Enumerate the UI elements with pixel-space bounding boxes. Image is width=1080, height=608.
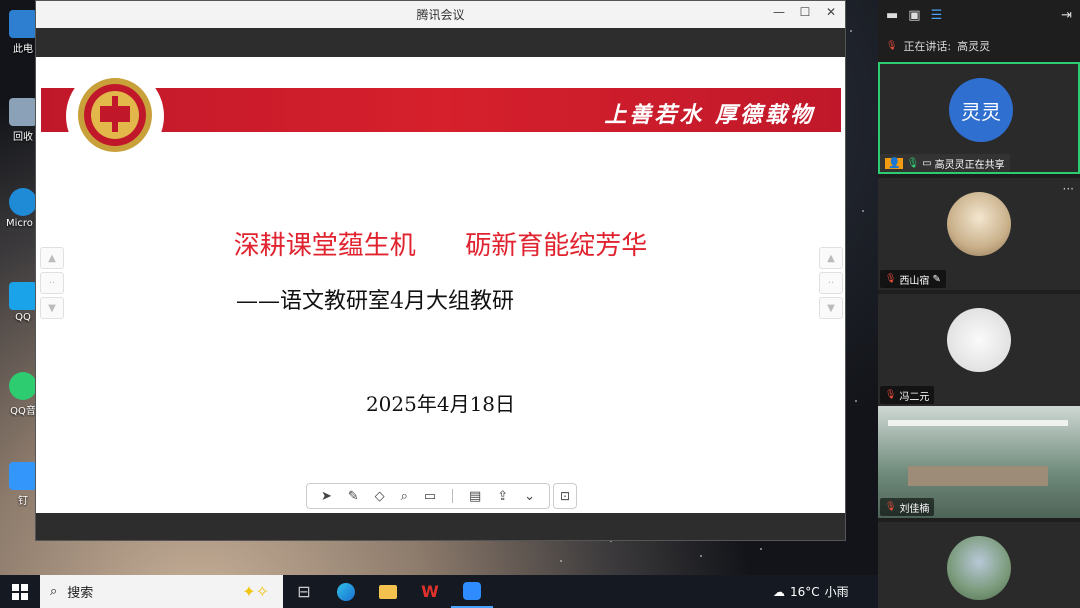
- list-view-icon[interactable]: ☰: [931, 8, 943, 23]
- cloud-rain-icon: ☁: [773, 584, 785, 599]
- qq-icon: [9, 282, 37, 310]
- more-chevron-icon[interactable]: ⌄: [524, 489, 535, 504]
- minimize-panel-icon[interactable]: ▬: [886, 8, 898, 23]
- screen-share-icon: ▭: [922, 157, 932, 169]
- avatar: [947, 308, 1011, 372]
- host-icon: 👤: [885, 157, 904, 169]
- share-top-bar: [36, 28, 845, 57]
- toolbar-divider: [452, 489, 454, 503]
- search-placeholder: 搜索: [67, 586, 94, 601]
- page-indicator: ··: [40, 272, 64, 294]
- classroom-ceiling: [888, 420, 1068, 426]
- qq-music-icon: [9, 372, 37, 400]
- slide-motto: 上善若水 厚德载物: [604, 102, 815, 128]
- speaking-name: 高灵灵: [957, 40, 991, 53]
- window-titlebar: 腾讯会议 — ☐ ✕: [36, 1, 845, 28]
- pen-icon[interactable]: ✎: [348, 489, 359, 504]
- weather-widget[interactable]: ☁ 16°C 小雨: [773, 575, 849, 608]
- participant-name-tag: 👤 🎙 ▭ 高灵灵正在共享: [880, 154, 1010, 172]
- school-emblem-icon: [78, 78, 152, 152]
- windows-taskbar: ⌕ 搜索 ✦✧ ⊟ W ☁ 16°C 小雨: [0, 575, 878, 608]
- participant-tile[interactable]: ··· 🎙 西山宿 ✎: [878, 178, 1080, 290]
- wps-icon[interactable]: W: [409, 575, 451, 608]
- prev-page-button[interactable]: ▲: [40, 247, 64, 269]
- slide-date: 2025年4月18日: [365, 392, 516, 416]
- edge-taskbar-icon[interactable]: [325, 575, 367, 608]
- mic-muted-icon: 🎙: [885, 274, 897, 284]
- mic-muted-icon: 🎙: [885, 390, 897, 400]
- avatar: [947, 536, 1011, 600]
- participant-tile[interactable]: [878, 522, 1080, 608]
- search-icon: ⌕: [50, 584, 58, 599]
- windows-logo-icon: [12, 583, 28, 600]
- participant-panel: ▬ ▣ ☰ ⇥ 🎙 正在讲话: 高灵灵 灵灵 👤 🎙 ▭ 高灵灵正在共享 ···…: [878, 0, 1080, 608]
- speaking-label: 正在讲话:: [903, 40, 952, 53]
- participant-tile[interactable]: 🎙 冯二元: [878, 294, 1080, 406]
- expand-panel-icon[interactable]: ⇥: [1061, 8, 1072, 23]
- window-mode-icon[interactable]: ▣: [908, 8, 920, 23]
- window-title: 腾讯会议: [416, 8, 465, 22]
- avatar: [947, 192, 1011, 256]
- mic-muted-icon: 🎙: [885, 502, 897, 512]
- shared-slide: 上善若水 厚德载物 深耕课堂蕴生机 砺新育能绽芳华 ——语文教研室4月大组教研 …: [36, 57, 845, 513]
- taskbar-search[interactable]: ⌕ 搜索 ✦✧: [40, 575, 283, 608]
- close-button[interactable]: ✕: [825, 5, 837, 19]
- annotation-toolbar: ➤ ✎ ◇ ⌕ ▭ ▤ ⇪ ⌄: [306, 483, 550, 509]
- sparkle-icon: ✦✧: [242, 582, 269, 601]
- computer-icon: [9, 10, 37, 38]
- next-page-button[interactable]: ▼: [40, 297, 64, 319]
- more-options-icon[interactable]: ···: [1063, 182, 1074, 196]
- participant-name-tag: 🎙 冯二元: [880, 386, 935, 404]
- slide-subtitle: ——语文教研室4月大组教研: [236, 289, 514, 314]
- participant-name-tag: 🎙 刘佳楠: [880, 498, 935, 516]
- mic-on-icon: 🎙: [906, 157, 920, 169]
- present-icon[interactable]: ▭: [424, 489, 436, 504]
- zoom-icon[interactable]: ⌕: [401, 489, 408, 504]
- page-indicator-right: ··: [819, 272, 843, 294]
- weather-temp: 16°C: [790, 584, 820, 599]
- classroom-desks: [908, 466, 1048, 486]
- task-view-icon[interactable]: ⊟: [283, 575, 325, 608]
- weather-desc: 小雨: [824, 585, 849, 599]
- file-explorer-icon[interactable]: [367, 575, 409, 608]
- start-button[interactable]: [0, 575, 40, 608]
- slide-title: 深耕课堂蕴生机 砺新育能绽芳华: [233, 231, 648, 261]
- notes-icon[interactable]: ▤: [469, 489, 481, 504]
- share-bottom-bar: [36, 513, 845, 540]
- pointer-icon[interactable]: ➤: [321, 489, 332, 504]
- minimize-button[interactable]: —: [773, 5, 785, 19]
- tencent-meeting-icon[interactable]: [451, 575, 493, 608]
- mic-icon: 🎙: [886, 41, 898, 51]
- next-page-button-right[interactable]: ▼: [819, 297, 843, 319]
- participant-name-tag: 🎙 西山宿 ✎: [880, 270, 946, 288]
- eraser-icon[interactable]: ◇: [375, 489, 385, 504]
- share-icon[interactable]: ⇪: [497, 489, 508, 504]
- participant-video-tile[interactable]: 🎙 刘佳楠: [878, 406, 1080, 518]
- meeting-window: 腾讯会议 — ☐ ✕ 上善若水 厚德载物 深耕课堂蕴生机 砺新育能绽芳华 ——语…: [35, 0, 846, 541]
- right-page-nav: ▲ ·· ▼: [819, 247, 845, 322]
- left-page-nav: ▲ ·· ▼: [40, 247, 66, 322]
- panel-toolbar: ▬ ▣ ☰ ⇥: [878, 0, 1080, 30]
- recycle-bin-icon: [9, 98, 37, 126]
- speaking-indicator: 🎙 正在讲话: 高灵灵: [878, 30, 1080, 62]
- prev-page-button-right[interactable]: ▲: [819, 247, 843, 269]
- edit-icon[interactable]: ✎: [932, 274, 940, 285]
- maximize-button[interactable]: ☐: [799, 5, 811, 19]
- exit-presentation-button[interactable]: ⊡: [553, 483, 577, 509]
- edge-icon: [9, 188, 37, 216]
- participant-tile[interactable]: 灵灵 👤 🎙 ▭ 高灵灵正在共享: [878, 62, 1080, 174]
- dingtalk-icon: [9, 462, 37, 490]
- avatar: 灵灵: [949, 78, 1013, 142]
